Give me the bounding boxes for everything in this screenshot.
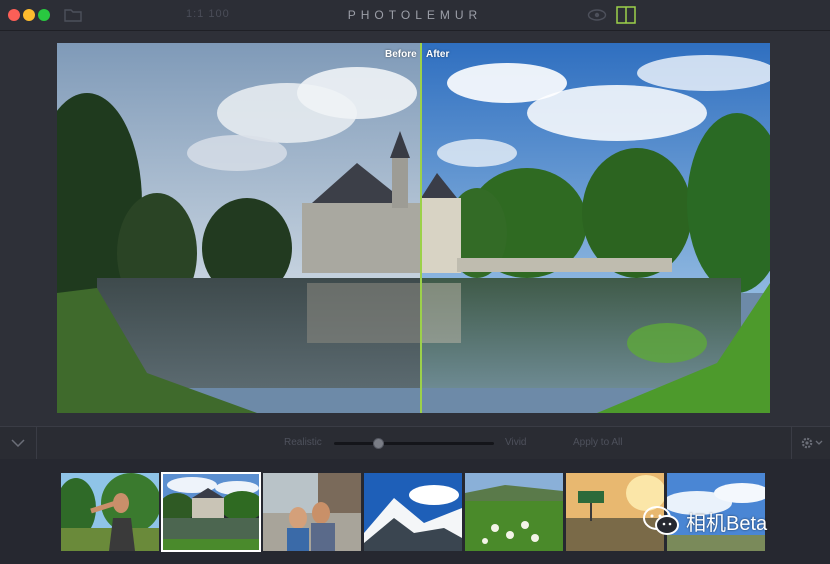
photo-viewer: Before After <box>0 31 830 426</box>
eye-icon[interactable] <box>587 8 607 27</box>
thumbnail-snowy-mountain[interactable] <box>364 473 462 551</box>
app-title: PHOTOLEMUR <box>347 8 483 22</box>
thumbnail-couple-selfie[interactable] <box>263 473 361 551</box>
before-label: Before <box>385 49 417 60</box>
settings-button[interactable] <box>791 427 830 459</box>
realistic-label: Realistic <box>284 437 322 448</box>
thumbnail-woman-portrait[interactable] <box>61 473 159 551</box>
slider-handle[interactable] <box>373 438 384 449</box>
split-view-icon[interactable] <box>616 6 636 29</box>
control-bar: Realistic Vivid Apply to All <box>0 426 830 460</box>
castle-photo[interactable]: Before After <box>57 43 770 413</box>
before-after-divider[interactable] <box>420 43 422 413</box>
thumbnail-castle[interactable] <box>161 472 261 552</box>
after-label: After <box>426 49 450 60</box>
chevron-down-icon <box>11 439 25 447</box>
intensity-slider[interactable] <box>334 438 494 449</box>
vivid-label: Vivid <box>505 437 527 448</box>
wechat-icon <box>643 506 679 535</box>
watermark-text: 相机Beta <box>686 512 768 535</box>
collapse-filmstrip-button[interactable] <box>0 427 37 459</box>
title-bar: 1:1 100 PHOTOLEMUR <box>0 0 830 31</box>
thumbnail-field-flowers[interactable] <box>465 473 563 551</box>
watermark: 相机Beta <box>642 505 767 537</box>
apply-to-all-button[interactable]: Apply to All <box>573 437 622 448</box>
gear-icon <box>801 437 823 449</box>
